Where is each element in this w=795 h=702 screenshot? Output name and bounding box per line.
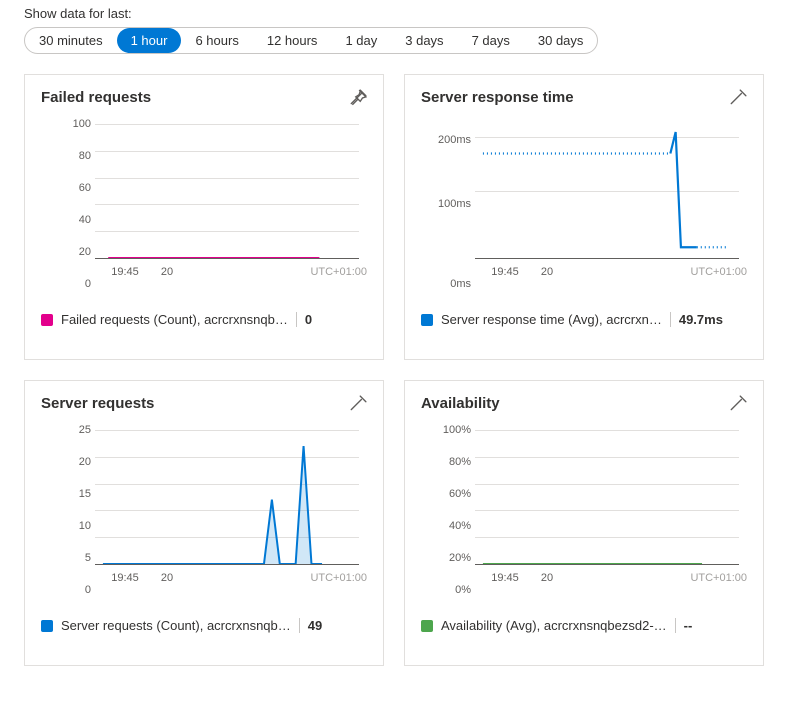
y-tick: 10 <box>41 520 91 532</box>
pin-icon[interactable] <box>349 395 367 413</box>
y-tick: 80% <box>421 456 471 468</box>
chart-server-requests[interactable]: 0 5 10 15 20 25 19:45 20 UTC+01:00 <box>41 430 367 590</box>
card-title: Server response time <box>421 89 747 106</box>
y-tick: 20 <box>41 246 91 258</box>
tz-label: UTC+01:00 <box>310 266 367 278</box>
x-tick: 20 <box>161 266 173 278</box>
pin-icon[interactable] <box>349 89 367 107</box>
y-tick: 15 <box>41 488 91 500</box>
legend-swatch <box>41 314 53 326</box>
legend: Server response time (Avg), acrcrxn… 49.… <box>421 312 747 327</box>
legend-swatch <box>41 620 53 632</box>
legend-swatch <box>421 620 433 632</box>
y-tick: 0 <box>41 278 91 290</box>
y-tick: 20 <box>41 456 91 468</box>
card-title: Server requests <box>41 395 367 412</box>
time-range-pills: 30 minutes 1 hour 6 hours 12 hours 1 day… <box>24 27 598 54</box>
y-tick: 0ms <box>421 278 471 290</box>
pill-30d[interactable]: 30 days <box>524 28 598 53</box>
y-tick: 25 <box>41 424 91 436</box>
card-title: Failed requests <box>41 89 367 106</box>
legend: Server requests (Count), acrcrxnsnqb… 49 <box>41 618 367 633</box>
legend-text: Server response time (Avg), acrcrxn… <box>441 312 662 327</box>
legend-value: 49.7ms <box>670 312 723 327</box>
card-failed-requests: Failed requests 0 20 40 60 80 100 19:45 <box>24 74 384 360</box>
plot-line <box>95 430 359 564</box>
card-availability: Availability 0% 20% 40% 60% 80% 100% 19 <box>404 380 764 666</box>
card-server-requests: Server requests 0 5 10 15 20 25 19:45 <box>24 380 384 666</box>
x-tick: 19:45 <box>491 572 519 584</box>
pin-icon[interactable] <box>729 395 747 413</box>
card-title: Availability <box>421 395 747 412</box>
y-tick: 0% <box>421 584 471 596</box>
y-tick: 5 <box>41 552 91 564</box>
pill-1h[interactable]: 1 hour <box>117 28 182 53</box>
pill-12h[interactable]: 12 hours <box>253 28 332 53</box>
pill-6h[interactable]: 6 hours <box>181 28 252 53</box>
y-tick: 80 <box>41 150 91 162</box>
y-tick: 20% <box>421 552 471 564</box>
x-tick: 20 <box>161 572 173 584</box>
card-server-response-time: Server response time 0ms 100ms 200ms 19:… <box>404 74 764 360</box>
time-range-label: Show data for last: <box>24 6 795 21</box>
pill-1d[interactable]: 1 day <box>331 28 391 53</box>
y-tick: 40 <box>41 214 91 226</box>
y-tick: 200ms <box>421 134 471 146</box>
chart-server-response-time[interactable]: 0ms 100ms 200ms 19:45 20 UTC+01:00 <box>421 124 747 284</box>
plot-line <box>475 124 739 258</box>
plot-line <box>475 430 739 564</box>
legend: Failed requests (Count), acrcrxnsnqb… 0 <box>41 312 367 327</box>
x-tick: 20 <box>541 572 553 584</box>
pill-30m[interactable]: 30 minutes <box>25 28 117 53</box>
y-tick: 100ms <box>421 198 471 210</box>
x-tick: 19:45 <box>111 572 139 584</box>
y-tick: 60 <box>41 182 91 194</box>
legend-value: 49 <box>299 618 322 633</box>
y-tick: 40% <box>421 520 471 532</box>
tz-label: UTC+01:00 <box>690 266 747 278</box>
legend-text: Availability (Avg), acrcrxnsnqbezsd2-… <box>441 618 667 633</box>
plot-line <box>95 124 359 258</box>
chart-availability[interactable]: 0% 20% 40% 60% 80% 100% 19:45 20 UTC+01:… <box>421 430 747 590</box>
pill-3d[interactable]: 3 days <box>391 28 457 53</box>
tz-label: UTC+01:00 <box>310 572 367 584</box>
legend: Availability (Avg), acrcrxnsnqbezsd2-… -… <box>421 618 747 633</box>
legend-swatch <box>421 314 433 326</box>
x-tick: 19:45 <box>491 266 519 278</box>
legend-value: -- <box>675 618 693 633</box>
x-tick: 19:45 <box>111 266 139 278</box>
pin-icon[interactable] <box>729 89 747 107</box>
y-tick: 100% <box>421 424 471 436</box>
y-tick: 0 <box>41 584 91 596</box>
y-tick: 100 <box>41 118 91 130</box>
legend-value: 0 <box>296 312 312 327</box>
y-tick: 60% <box>421 488 471 500</box>
pill-7d[interactable]: 7 days <box>458 28 524 53</box>
tz-label: UTC+01:00 <box>690 572 747 584</box>
legend-text: Server requests (Count), acrcrxnsnqb… <box>61 618 291 633</box>
legend-text: Failed requests (Count), acrcrxnsnqb… <box>61 312 288 327</box>
chart-failed-requests[interactable]: 0 20 40 60 80 100 19:45 20 UTC+01:00 <box>41 124 367 284</box>
x-tick: 20 <box>541 266 553 278</box>
